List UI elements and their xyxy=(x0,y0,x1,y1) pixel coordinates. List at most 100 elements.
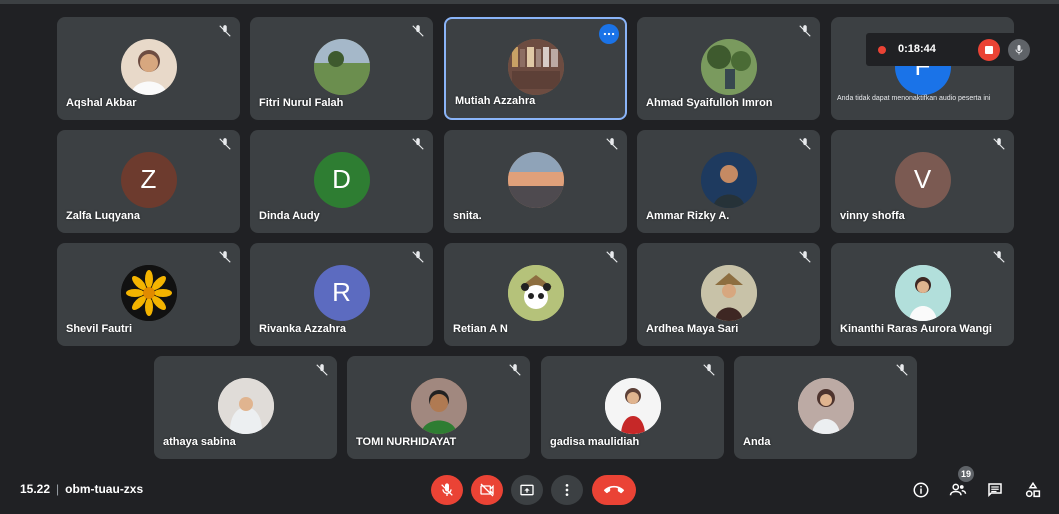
participant-tile-snita[interactable]: snita. xyxy=(444,130,627,233)
mic-off-icon xyxy=(606,138,618,150)
participant-name: Aqshal Akbar xyxy=(66,97,137,109)
participant-name: Mutiah Azzahra xyxy=(455,95,536,107)
mic-off-icon xyxy=(316,364,328,376)
recording-time: 0:18:44 xyxy=(898,43,936,55)
participant-tile-fitri[interactable]: Fitri Nurul Falah xyxy=(250,17,433,120)
more-options-button[interactable] xyxy=(599,24,619,44)
participant-name: Retian A N xyxy=(453,323,508,335)
present-screen-icon xyxy=(520,484,534,496)
avatar xyxy=(700,38,757,95)
participant-name: Zalfa Luqyana xyxy=(66,210,140,222)
participant-name: Fitri Nurul Falah xyxy=(259,97,344,109)
avatar xyxy=(507,264,564,321)
mic-off-icon xyxy=(993,251,1005,263)
participant-name: Shevil Fautri xyxy=(66,323,133,335)
participant-tile-mutiah[interactable]: Mutiah Azzahra xyxy=(444,17,627,120)
avatar xyxy=(410,377,467,434)
participant-tile-ahmad[interactable]: Ahmad Syaifulloh Imron xyxy=(637,17,820,120)
mic-toggle-button[interactable] xyxy=(431,475,463,505)
mic-off-icon xyxy=(412,25,424,37)
participant-name: gadisa maulidiah xyxy=(550,436,640,448)
participant-tile-vinny[interactable]: V vinny shoffa xyxy=(831,130,1014,233)
avatar xyxy=(120,38,177,95)
meeting-details-button[interactable] xyxy=(911,480,931,500)
avatar: Z xyxy=(120,151,177,208)
participant-tile-kinanthi[interactable]: Kinanthi Raras Aurora Wangi xyxy=(831,243,1014,346)
avatar xyxy=(700,264,757,321)
leave-call-button[interactable] xyxy=(592,475,636,505)
mic-icon xyxy=(1015,45,1023,55)
avatar xyxy=(894,264,951,321)
activities-icon xyxy=(1025,481,1041,498)
participant-tile-retian[interactable]: Retian A N xyxy=(444,243,627,346)
participant-name: Anda xyxy=(743,436,771,448)
participant-name: athaya sabina xyxy=(163,436,236,448)
participant-tile-shevil[interactable]: Shevil Fautri xyxy=(57,243,240,346)
chat-icon xyxy=(988,483,1002,498)
more-vertical-icon xyxy=(565,484,569,496)
mic-off-icon xyxy=(219,138,231,150)
participant-tile-gadisa[interactable]: gadisa maulidiah xyxy=(541,356,724,459)
participant-tile-ammar[interactable]: Ammar Rizky A. xyxy=(637,130,820,233)
chat-button[interactable] xyxy=(985,480,1005,500)
avatar: V xyxy=(894,151,951,208)
meeting-info: 15.22 | obm-tuau-zxs xyxy=(20,482,143,496)
mic-off-icon xyxy=(799,251,811,263)
people-icon xyxy=(949,483,967,496)
participant-name: Ahmad Syaifulloh Imron xyxy=(646,97,773,109)
more-horizontal-icon xyxy=(603,32,615,36)
meeting-time: 15.22 xyxy=(20,482,51,496)
participant-name: Kinanthi Raras Aurora Wangi xyxy=(840,323,992,335)
top-border xyxy=(0,0,1059,4)
mic-off-icon xyxy=(219,251,231,263)
participant-name: vinny shoffa xyxy=(840,210,905,222)
mic-off-icon xyxy=(441,483,453,496)
mic-off-icon xyxy=(509,364,521,376)
participant-tile-tomi[interactable]: TOMI NURHIDAYAT xyxy=(347,356,530,459)
avatar xyxy=(217,377,274,434)
avatar xyxy=(507,38,564,95)
mic-off-icon xyxy=(993,138,1005,150)
mic-off-icon xyxy=(799,25,811,37)
participant-name: Ardhea Maya Sari xyxy=(646,323,739,335)
mic-off-icon xyxy=(219,25,231,37)
participant-tile-ardhea[interactable]: Ardhea Maya Sari xyxy=(637,243,820,346)
recording-dot-icon xyxy=(878,46,886,54)
avatar xyxy=(700,151,757,208)
mute-notice: Anda tidak dapat menonaktifkan audio pes… xyxy=(837,95,991,102)
people-button[interactable] xyxy=(948,480,968,500)
hang-up-icon xyxy=(604,485,624,494)
mic-off-icon xyxy=(703,364,715,376)
activities-button[interactable] xyxy=(1023,480,1043,500)
mic-off-icon xyxy=(799,138,811,150)
participant-tile-athaya[interactable]: athaya sabina xyxy=(154,356,337,459)
avatar xyxy=(120,264,177,321)
participant-count-badge: 19 xyxy=(958,466,974,482)
present-screen-button[interactable] xyxy=(511,475,543,505)
avatar xyxy=(313,38,370,95)
participant-tile-anda[interactable]: Anda xyxy=(734,356,917,459)
participant-tile-rivanka[interactable]: R Rivanka Azzahra xyxy=(250,243,433,346)
avatar xyxy=(604,377,661,434)
avatar-letter: Z xyxy=(140,164,157,194)
participant-name: Dinda Audy xyxy=(259,210,320,222)
avatar xyxy=(507,151,564,208)
participant-tile-aqshal[interactable]: Aqshal Akbar xyxy=(57,17,240,120)
participant-name: snita. xyxy=(453,210,482,222)
stop-recording-button[interactable] xyxy=(978,39,1000,61)
recording-indicator: 0:18:44 xyxy=(866,33,1036,66)
avatar: R xyxy=(313,264,370,321)
avatar-letter: V xyxy=(913,164,932,194)
camera-toggle-button[interactable] xyxy=(471,475,503,505)
recording-mic-button[interactable] xyxy=(1008,39,1030,61)
participant-tile-dinda[interactable]: D Dinda Audy xyxy=(250,130,433,233)
avatar xyxy=(797,377,854,434)
avatar-letter: D xyxy=(332,164,351,194)
more-options-button[interactable] xyxy=(551,475,583,505)
meeting-separator: | xyxy=(56,482,60,496)
participant-name: Ammar Rizky A. xyxy=(646,210,730,222)
mic-off-icon xyxy=(896,364,908,376)
participant-tile-zalfa[interactable]: Z Zalfa Luqyana xyxy=(57,130,240,233)
avatar-letter: R xyxy=(332,277,351,307)
mic-off-icon xyxy=(606,251,618,263)
